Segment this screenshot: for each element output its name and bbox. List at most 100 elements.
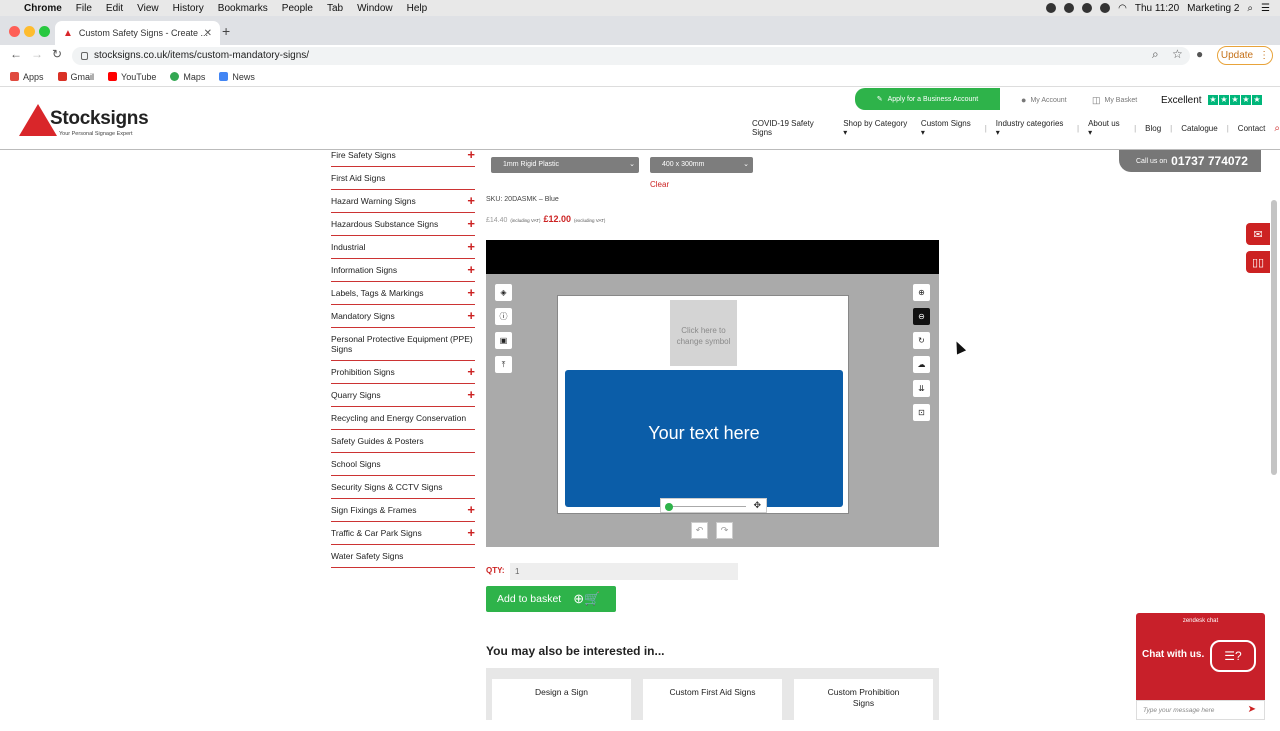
search-icon[interactable]: ⌕ — [1247, 3, 1253, 14]
save-icon[interactable]: ▣ — [495, 332, 512, 349]
expand-plus-icon[interactable]: + — [467, 193, 475, 208]
bookmark-apps[interactable]: Apps — [10, 72, 44, 82]
close-tab-icon[interactable]: ✕ — [204, 28, 212, 39]
sidebar-item[interactable]: Safety Guides & Posters — [331, 430, 475, 453]
sidebar-item[interactable]: Mandatory Signs + — [331, 305, 475, 328]
new-tab-icon[interactable]: + — [222, 23, 230, 39]
sidebar-item[interactable]: Hazard Warning Signs + — [331, 190, 475, 213]
status-icon[interactable] — [1046, 3, 1057, 13]
redo-icon[interactable]: ↷ — [716, 522, 733, 539]
menu-tab[interactable]: Tab — [327, 3, 343, 14]
sidebar-item[interactable]: Sign Fixings & Frames + — [331, 499, 475, 522]
my-account-link[interactable]: ● My Account — [1021, 95, 1067, 105]
sidebar-item[interactable]: Hazardous Substance Signs + — [331, 213, 475, 236]
expand-plus-icon[interactable]: + — [467, 147, 475, 162]
chat-input[interactable]: Type your message here ➤ — [1136, 700, 1265, 720]
maximize-window-icon[interactable] — [39, 26, 50, 37]
sidebar-item[interactable]: Quarry Signs + — [331, 384, 475, 407]
bookmark-news[interactable]: News — [219, 72, 255, 82]
update-button[interactable]: Update ⋮ — [1217, 46, 1273, 65]
add-to-basket-button[interactable]: Add to basket ⊕🛒 — [486, 586, 616, 612]
undo-icon[interactable]: ↶ — [691, 522, 708, 539]
clock[interactable]: Thu 11:20 — [1135, 3, 1179, 14]
expand-plus-icon[interactable]: + — [467, 387, 475, 402]
menu-list-icon[interactable]: ☰ — [1261, 3, 1270, 14]
catalogue-book-icon[interactable]: ▯▯ — [1246, 251, 1270, 273]
expand-plus-icon[interactable]: + — [467, 239, 475, 254]
wifi-icon[interactable]: ◠ — [1118, 3, 1127, 14]
status-icon[interactable] — [1082, 3, 1093, 13]
profile-icon[interactable]: ● — [1196, 47, 1203, 61]
fit-screen-icon[interactable]: ✥ — [753, 500, 761, 511]
sidebar-item[interactable]: School Signs — [331, 453, 475, 476]
nav-shop-by-category[interactable]: Shop by Category ▾ — [843, 119, 912, 137]
symbol-placeholder[interactable]: Click here to change symbol — [670, 300, 737, 366]
layers-icon[interactable]: ◈ — [495, 284, 512, 301]
sidebar-item[interactable]: First Aid Signs — [331, 167, 475, 190]
sidebar-item[interactable]: Traffic & Car Park Signs + — [331, 522, 475, 545]
rotate-icon[interactable]: ↻ — [913, 332, 930, 349]
close-window-icon[interactable] — [9, 26, 20, 37]
logo-name[interactable]: Stocksigns — [50, 108, 149, 130]
expand-plus-icon[interactable]: + — [467, 216, 475, 231]
nav-covid[interactable]: COVID-19 Safety Signs — [752, 119, 834, 137]
cloud-download-icon[interactable]: ☁ — [913, 356, 930, 373]
expand-plus-icon[interactable]: + — [467, 262, 475, 277]
chat-bubble-icon[interactable]: ✉ — [1246, 223, 1270, 245]
clear-link[interactable]: Clear — [650, 180, 669, 189]
info-icon[interactable]: ⓘ — [495, 308, 512, 325]
menu-view[interactable]: View — [137, 3, 159, 14]
tab-active[interactable]: ▲ Custom Safety Signs - Create ... ✕ — [55, 21, 220, 45]
call-us-banner[interactable]: Call us on 01737 774072 — [1119, 150, 1261, 172]
menu-edit[interactable]: Edit — [106, 3, 123, 14]
slider-handle[interactable] — [665, 503, 673, 511]
menu-people[interactable]: People — [282, 3, 313, 14]
status-icon[interactable] — [1064, 3, 1075, 13]
material-select[interactable]: 1mm Rigid Plastic ⌄ — [491, 157, 639, 173]
qty-input[interactable] — [510, 563, 738, 580]
related-card[interactable]: Custom First Aid Signs — [643, 679, 782, 731]
reload-icon[interactable]: ↻ — [52, 47, 62, 61]
upload-icon[interactable]: ⤒ — [495, 356, 512, 373]
business-account-button[interactable]: ✎ Apply for a Business Account — [855, 88, 1000, 110]
nav-industry-categories[interactable]: Industry categories ▾ — [996, 119, 1068, 137]
size-select[interactable]: 400 x 300mm ⌄ — [650, 157, 753, 173]
menu-history[interactable]: History — [173, 3, 204, 14]
expand-plus-icon[interactable]: + — [467, 285, 475, 300]
status-icon[interactable] — [1100, 3, 1111, 13]
menu-bookmarks[interactable]: Bookmarks — [218, 3, 268, 14]
sign-text-panel[interactable]: Your text here — [565, 370, 843, 507]
page-scrollbar[interactable] — [1271, 200, 1277, 475]
menu-help[interactable]: Help — [407, 3, 428, 14]
sidebar-item[interactable]: Prohibition Signs + — [331, 361, 475, 384]
expand-plus-icon[interactable]: + — [467, 308, 475, 323]
address-bar[interactable]: stocksigns.co.uk/items/custom-mandatory-… — [72, 47, 1190, 65]
minimize-window-icon[interactable] — [24, 26, 35, 37]
sidebar-item[interactable]: Industrial + — [331, 236, 475, 259]
expand-plus-icon[interactable]: + — [467, 502, 475, 517]
menu-chrome[interactable]: Chrome — [24, 3, 62, 14]
zoom-icon[interactable]: ⌕ — [1152, 47, 1159, 62]
zoom-in-icon[interactable]: ⊕ — [913, 284, 930, 301]
zoom-slider[interactable]: ✥ — [660, 498, 767, 513]
sidebar-item[interactable]: Recycling and Energy Conservation — [331, 407, 475, 430]
my-basket-link[interactable]: ◫ My Basket — [1092, 95, 1137, 106]
bookmark-gmail[interactable]: Gmail — [57, 72, 94, 82]
menu-window[interactable]: Window — [357, 3, 393, 14]
forward-icon[interactable]: → — [31, 47, 43, 61]
expand-plus-icon[interactable]: + — [467, 525, 475, 540]
zoom-out-icon[interactable]: ⊖ — [913, 308, 930, 325]
sidebar-item[interactable]: Security Signs & CCTV Signs — [331, 476, 475, 499]
zendesk-chat-widget[interactable]: zendesk chat Chat with us. ☰? Type your … — [1136, 613, 1265, 720]
sidebar-item[interactable]: Water Safety Signs — [331, 545, 475, 568]
expand-plus-icon[interactable]: + — [467, 364, 475, 379]
trustpilot-stars[interactable]: ★ ★ ★ ★ ★ — [1208, 95, 1262, 105]
preview-icon[interactable]: ⊡ — [913, 404, 930, 421]
related-card[interactable]: Design a Sign — [492, 679, 631, 731]
sidebar-item[interactable]: Information Signs + — [331, 259, 475, 282]
user-name[interactable]: Marketing 2 — [1187, 3, 1239, 14]
bookmark-youtube[interactable]: YouTube — [108, 72, 156, 82]
nav-about-us[interactable]: About us ▾ — [1088, 119, 1125, 137]
nav-catalogue[interactable]: Catalogue — [1181, 124, 1217, 133]
nav-contact[interactable]: Contact — [1238, 124, 1266, 133]
